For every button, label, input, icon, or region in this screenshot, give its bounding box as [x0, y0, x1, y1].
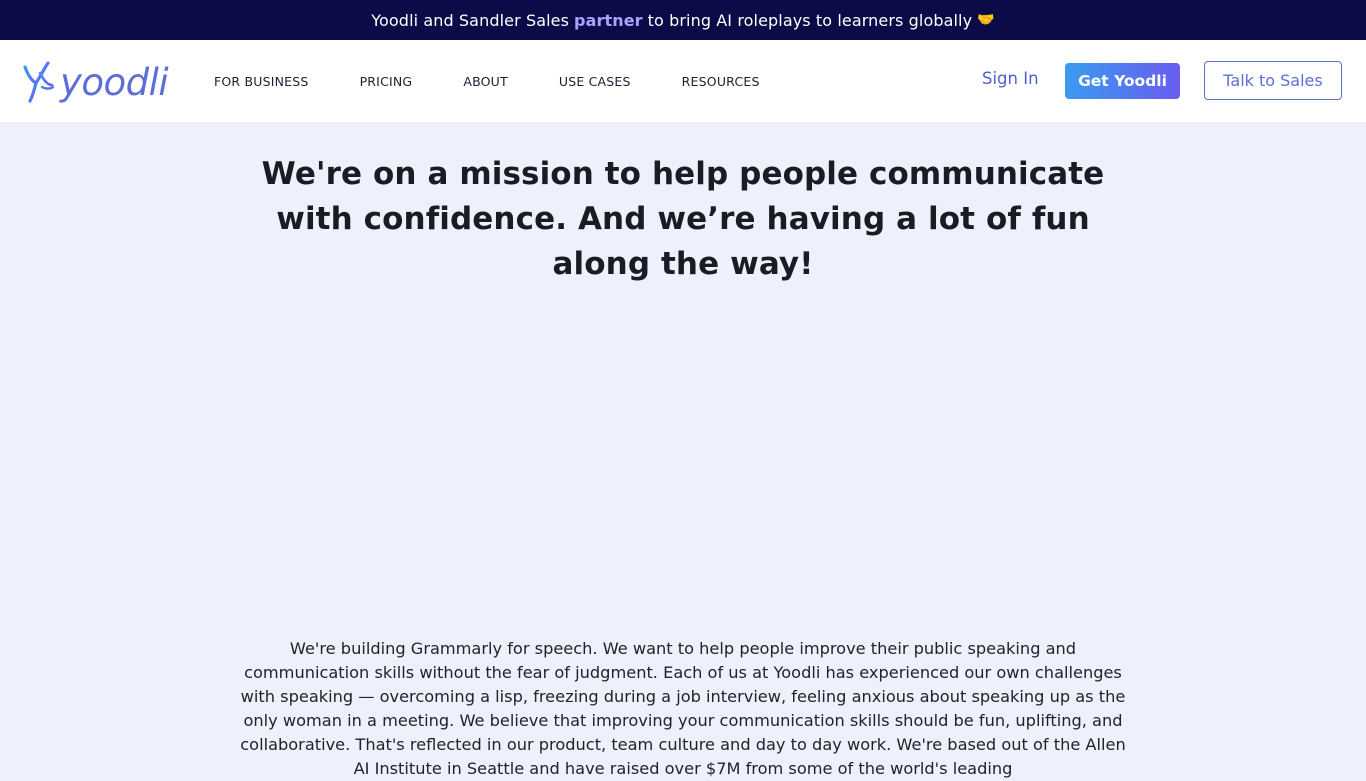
nav-pricing[interactable]: PRICING [360, 74, 413, 89]
get-yoodli-button[interactable]: Get Yoodli [1065, 63, 1180, 99]
logo-wordmark: yoodli [60, 60, 169, 104]
mission-paragraph: We're building Grammarly for speech. We … [240, 639, 1126, 778]
nav-use-cases[interactable]: USE CASES [559, 74, 631, 89]
nav-resources[interactable]: RESOURCES [682, 74, 760, 89]
page-headline: We're on a mission to help people commun… [261, 156, 1105, 282]
announcement-text: Yoodli and Sandler Sales [371, 10, 570, 30]
main-content: We're on a mission to help people commun… [0, 122, 1366, 778]
announcement-highlight[interactable]: partner [574, 11, 643, 30]
announcement-bar[interactable]: Yoodli and Sandler Sales partner to brin… [0, 0, 1366, 40]
announcement-text-end: to bring AI roleplays to learners global… [647, 10, 973, 30]
handshake-icon: 🤝 [977, 12, 995, 28]
yoodli-swirl-icon [23, 61, 55, 103]
site-header: yoodli FOR BUSINESS PRICING ABOUT USE CA… [0, 40, 1366, 122]
media-placeholder [233, 272, 1133, 622]
logo-link[interactable]: yoodli [22, 58, 178, 106]
nav-about[interactable]: ABOUT [463, 74, 508, 89]
main-nav: FOR BUSINESS PRICING ABOUT USE CASES RES… [214, 40, 760, 122]
nav-for-business[interactable]: FOR BUSINESS [214, 74, 309, 89]
talk-to-sales-button[interactable]: Talk to Sales [1204, 61, 1342, 100]
sign-in-link[interactable]: Sign In [982, 69, 1039, 88]
